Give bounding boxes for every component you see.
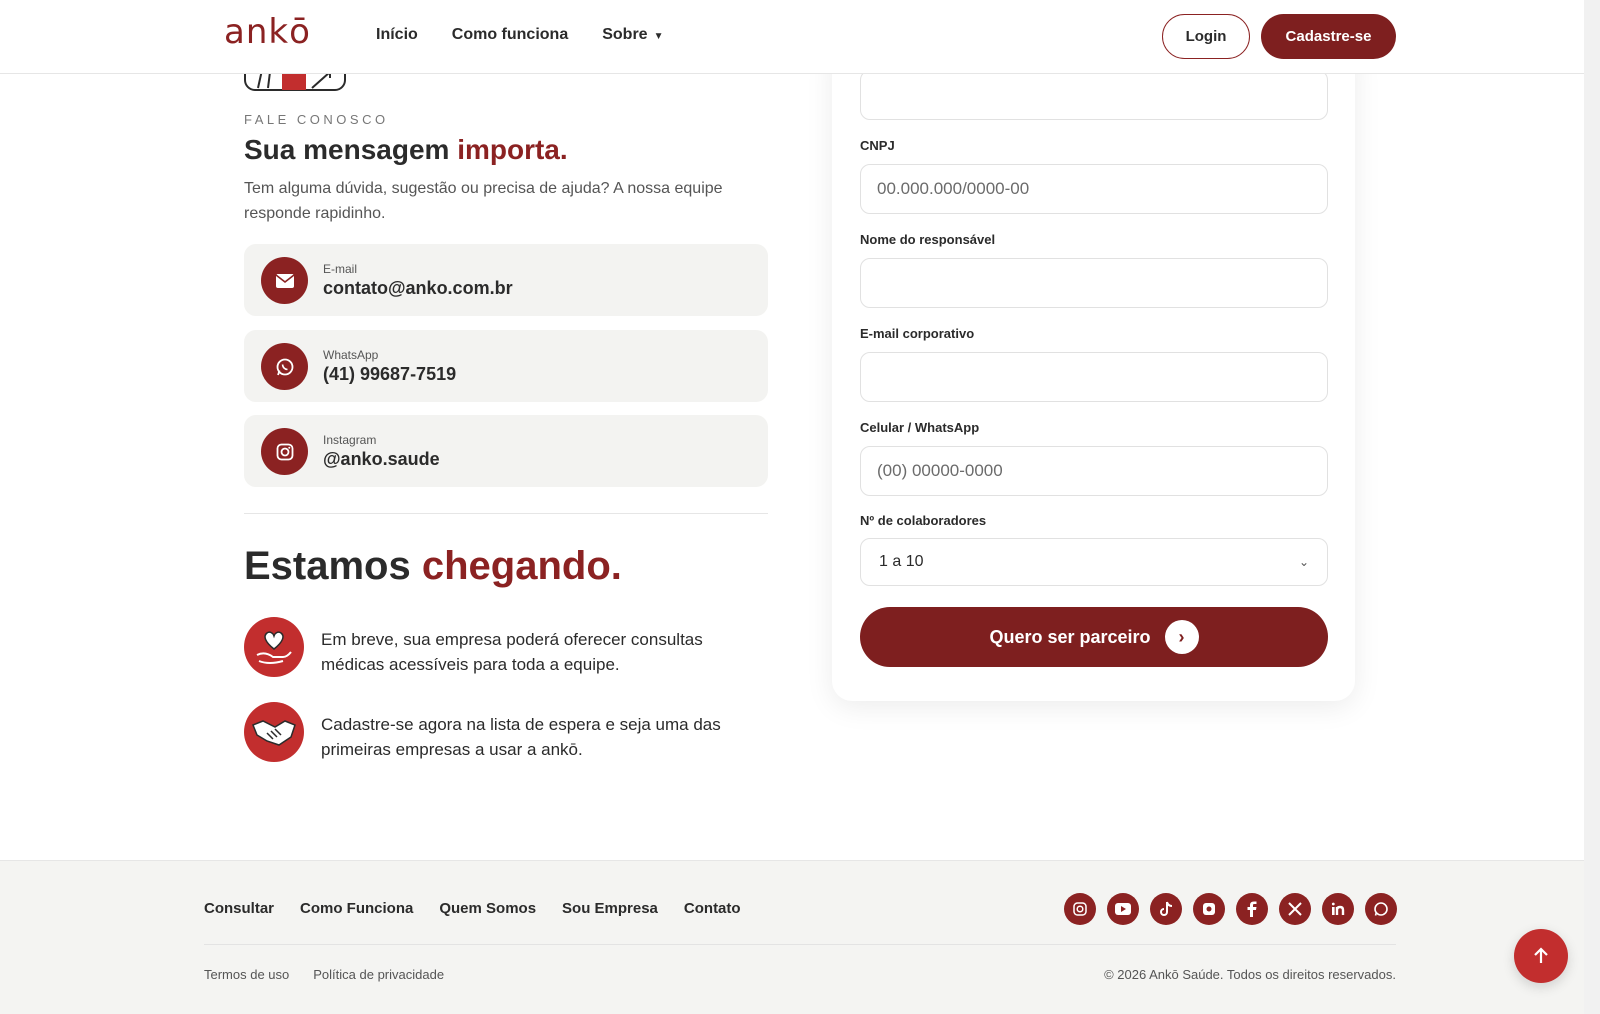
corporate-email-label: E-mail corporativo xyxy=(860,326,975,341)
coming-title: Estamos chegando. xyxy=(244,544,622,588)
contact-label: Instagram xyxy=(323,433,377,447)
nav-inicio[interactable]: Início xyxy=(376,26,418,44)
whatsapp-icon[interactable] xyxy=(1365,893,1397,925)
nav-como-funciona[interactable]: Como funciona xyxy=(452,26,568,44)
collaborators-select[interactable]: 1 a 10 ⌄ xyxy=(860,538,1328,586)
tiktok-icon[interactable] xyxy=(1150,893,1182,925)
privacy-link[interactable]: Política de privacidade xyxy=(313,967,444,982)
divider xyxy=(244,513,768,514)
instagram-icon[interactable] xyxy=(1064,893,1096,925)
footer-divider xyxy=(204,944,1396,945)
signup-button[interactable]: Cadastre-se xyxy=(1261,14,1396,59)
footer-legal: Termos de uso Política de privacidade xyxy=(204,967,444,982)
footer-link-consultar[interactable]: Consultar xyxy=(204,900,274,917)
contact-lead: Tem alguma dúvida, sugestão ou precisa d… xyxy=(244,180,723,222)
terms-link[interactable]: Termos de uso xyxy=(204,967,289,982)
phone-field[interactable] xyxy=(860,446,1328,496)
footer-link-quem-somos[interactable]: Quem Somos xyxy=(439,900,536,917)
heart-hand-icon xyxy=(244,617,304,677)
contact-value: @anko.saude xyxy=(323,449,440,469)
linkedin-icon[interactable] xyxy=(1322,893,1354,925)
company-name-field[interactable] xyxy=(860,70,1328,120)
mail-icon xyxy=(261,257,308,304)
chevron-down-icon: ⌄ xyxy=(1298,555,1309,569)
page-scrollbar[interactable] xyxy=(1584,0,1600,1014)
x-icon[interactable] xyxy=(1279,893,1311,925)
arrow-up-icon xyxy=(1534,947,1548,963)
contact-title: Sua mensagem importa. xyxy=(244,134,568,165)
facebook-icon[interactable] xyxy=(1236,893,1268,925)
footer-link-como-funciona[interactable]: Como Funciona xyxy=(300,900,413,917)
feature-text: Em breve, sua empresa poderá oferecer co… xyxy=(321,630,703,674)
logo[interactable]: ankō xyxy=(224,12,311,52)
phone-label: Celular / WhatsApp xyxy=(860,420,980,435)
whatsapp-icon xyxy=(261,343,308,390)
copyright: © 2026 Ankō Saúde. Todos os direitos res… xyxy=(1104,967,1396,982)
site-footer xyxy=(0,860,1584,1014)
responsible-name-label: Nome do responsável xyxy=(860,232,996,247)
nav-sobre[interactable]: Sobre ▼ xyxy=(602,26,663,44)
responsible-name-field[interactable] xyxy=(860,258,1328,308)
main-nav: Início Como funciona Sobre ▼ xyxy=(376,26,663,44)
submit-partner-button[interactable]: Quero ser parceiro › xyxy=(860,607,1328,667)
cnpj-field[interactable] xyxy=(860,164,1328,214)
feature-text: Cadastre-se agora na lista de espera e s… xyxy=(321,715,721,759)
back-to-top-button[interactable] xyxy=(1514,929,1568,983)
contact-value: contato@anko.com.br xyxy=(323,278,513,298)
footer-link-sou-empresa[interactable]: Sou Empresa xyxy=(562,900,658,917)
collaborators-label: Nº de colaboradores xyxy=(860,513,987,528)
corporate-email-field[interactable] xyxy=(860,352,1328,402)
footer-nav: Consultar Como Funciona Quem Somos Sou E… xyxy=(204,900,741,917)
kwai-icon[interactable] xyxy=(1193,893,1225,925)
footer-link-contato[interactable]: Contato xyxy=(684,900,741,917)
contact-card-whatsapp[interactable]: WhatsApp (41) 99687-7519 xyxy=(244,330,768,402)
collaborators-value: 1 a 10 xyxy=(879,553,924,570)
login-button[interactable]: Login xyxy=(1162,14,1250,59)
handshake-icon xyxy=(244,702,304,762)
submit-label: Quero ser parceiro xyxy=(989,626,1151,647)
contact-label: E-mail xyxy=(323,262,358,276)
site-header: ankō Início Como funciona Sobre ▼ Login C… xyxy=(0,0,1584,74)
contact-label: WhatsApp xyxy=(323,348,379,362)
section-eyebrow: FALE CONOSCO xyxy=(244,112,389,127)
contact-card-email[interactable]: E-mail contato@anko.com.br xyxy=(244,244,768,316)
youtube-icon[interactable] xyxy=(1107,893,1139,925)
contact-value: (41) 99687-7519 xyxy=(323,364,457,384)
instagram-icon xyxy=(261,428,308,475)
cnpj-label: CNPJ xyxy=(860,138,895,153)
chevron-right-icon: › xyxy=(1164,620,1199,654)
caret-down-icon: ▼ xyxy=(653,31,664,42)
contact-card-instagram[interactable]: Instagram @anko.saude xyxy=(244,415,768,487)
